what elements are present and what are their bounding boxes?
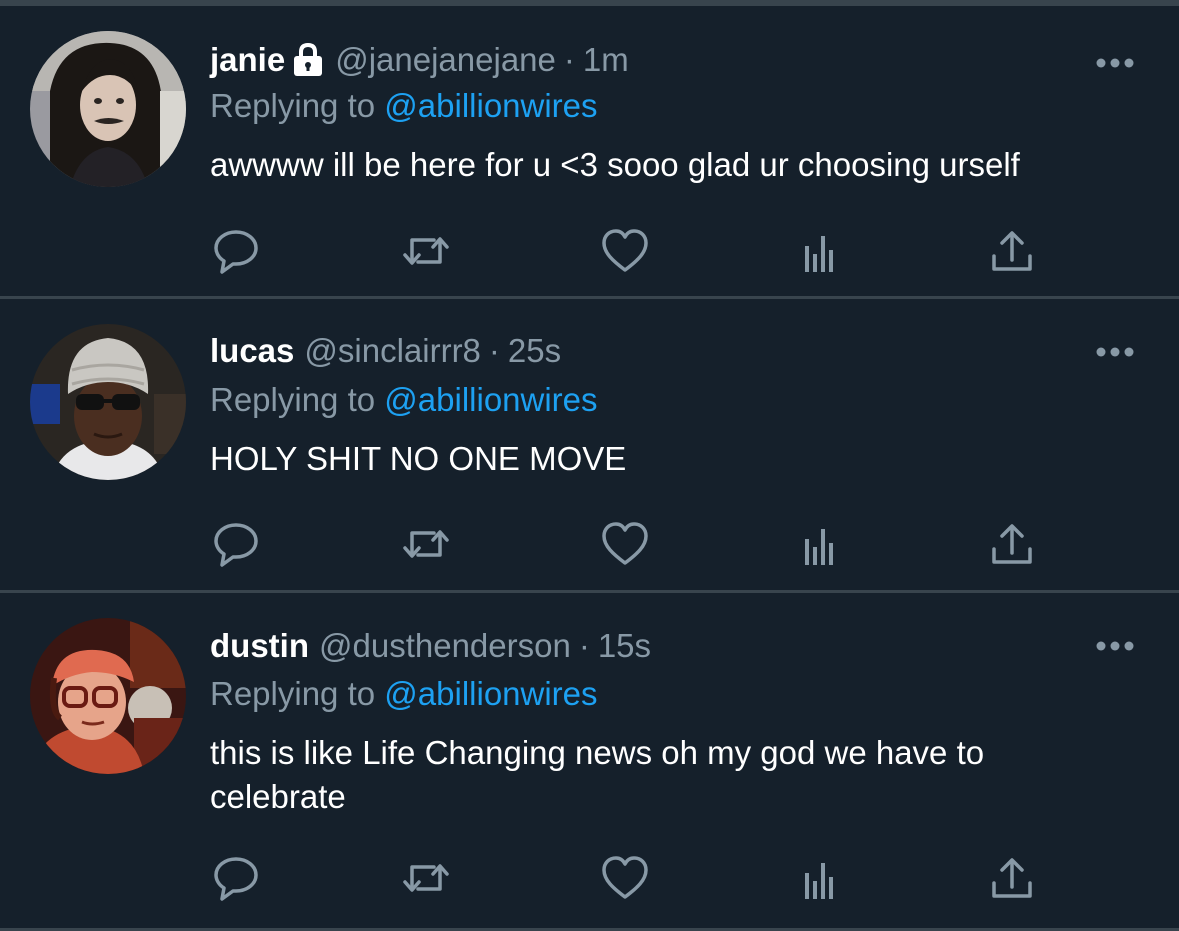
- tweet-text: HOLY SHIT NO ONE MOVE: [210, 440, 627, 477]
- reply-icon[interactable]: [210, 853, 262, 903]
- avatar[interactable]: [30, 324, 186, 480]
- tweet[interactable]: janie @janejanejane · 1m Replying to @ab…: [0, 6, 1179, 298]
- tweet-header: janie @janejanejane · 1m: [210, 38, 629, 82]
- avatar[interactable]: [30, 618, 186, 774]
- retweet-icon[interactable]: [400, 519, 452, 569]
- share-icon[interactable]: [986, 226, 1038, 276]
- separator-dot: ·: [563, 41, 575, 78]
- action-bar: [210, 519, 1090, 569]
- action-bar: [210, 226, 1090, 276]
- retweet-icon[interactable]: [400, 226, 452, 276]
- lock-icon: [291, 42, 325, 78]
- like-icon[interactable]: [599, 226, 651, 276]
- avatar[interactable]: [30, 31, 186, 187]
- replying-to-link[interactable]: @abillionwires: [384, 87, 597, 124]
- reply-feed: janie @janejanejane · 1m Replying to @ab…: [0, 0, 1179, 931]
- tweet-header: dustin @dusthenderson · 15s: [210, 624, 651, 668]
- display-name[interactable]: lucas: [210, 329, 294, 373]
- tweet-header: lucas @sinclairrr8 · 25s: [210, 329, 561, 373]
- display-name[interactable]: janie: [210, 38, 285, 82]
- handle[interactable]: @sinclairrr8: [304, 329, 481, 373]
- analytics-icon[interactable]: [793, 519, 845, 569]
- tweet[interactable]: dustin @dusthenderson · 15s Replying to …: [0, 593, 1179, 928]
- replying-to-link[interactable]: @abillionwires: [384, 675, 597, 712]
- analytics-icon[interactable]: [793, 226, 845, 276]
- avatar-lucas-image: [30, 324, 186, 480]
- more-icon[interactable]: [1094, 53, 1136, 73]
- replying-label: Replying to: [210, 381, 376, 418]
- share-icon[interactable]: [986, 519, 1038, 569]
- like-icon[interactable]: [599, 519, 651, 569]
- replying-label: Replying to: [210, 87, 376, 124]
- replying-to: Replying to @abillionwires: [210, 672, 598, 716]
- share-icon[interactable]: [986, 853, 1038, 903]
- tweet-text: this is like Life Changing news oh my go…: [210, 734, 985, 815]
- like-icon[interactable]: [599, 853, 651, 903]
- display-name[interactable]: dustin: [210, 624, 309, 668]
- tweet-text: awwww ill be here for u <3 sooo glad ur …: [210, 146, 1020, 183]
- replying-label: Replying to: [210, 675, 376, 712]
- more-icon[interactable]: [1094, 636, 1136, 656]
- tweet[interactable]: lucas @sinclairrr8 · 25s Replying to @ab…: [0, 299, 1179, 591]
- handle[interactable]: @dusthenderson: [319, 624, 571, 668]
- replying-to: Replying to @abillionwires: [210, 378, 598, 422]
- avatar-janie-image: [30, 31, 186, 187]
- separator-dot: ·: [488, 332, 500, 369]
- replying-to-link[interactable]: @abillionwires: [384, 381, 597, 418]
- retweet-icon[interactable]: [400, 853, 452, 903]
- replying-to: Replying to @abillionwires: [210, 84, 598, 128]
- action-bar: [210, 853, 1090, 903]
- handle[interactable]: @janejanejane: [335, 38, 556, 82]
- timestamp[interactable]: 15s: [598, 624, 651, 668]
- separator-dot: ·: [578, 627, 590, 664]
- reply-icon[interactable]: [210, 226, 262, 276]
- reply-icon[interactable]: [210, 519, 262, 569]
- timestamp[interactable]: 1m: [583, 38, 629, 82]
- timestamp[interactable]: 25s: [508, 329, 561, 373]
- more-icon[interactable]: [1094, 342, 1136, 362]
- avatar-dustin-image: [30, 618, 186, 774]
- analytics-icon[interactable]: [793, 853, 845, 903]
